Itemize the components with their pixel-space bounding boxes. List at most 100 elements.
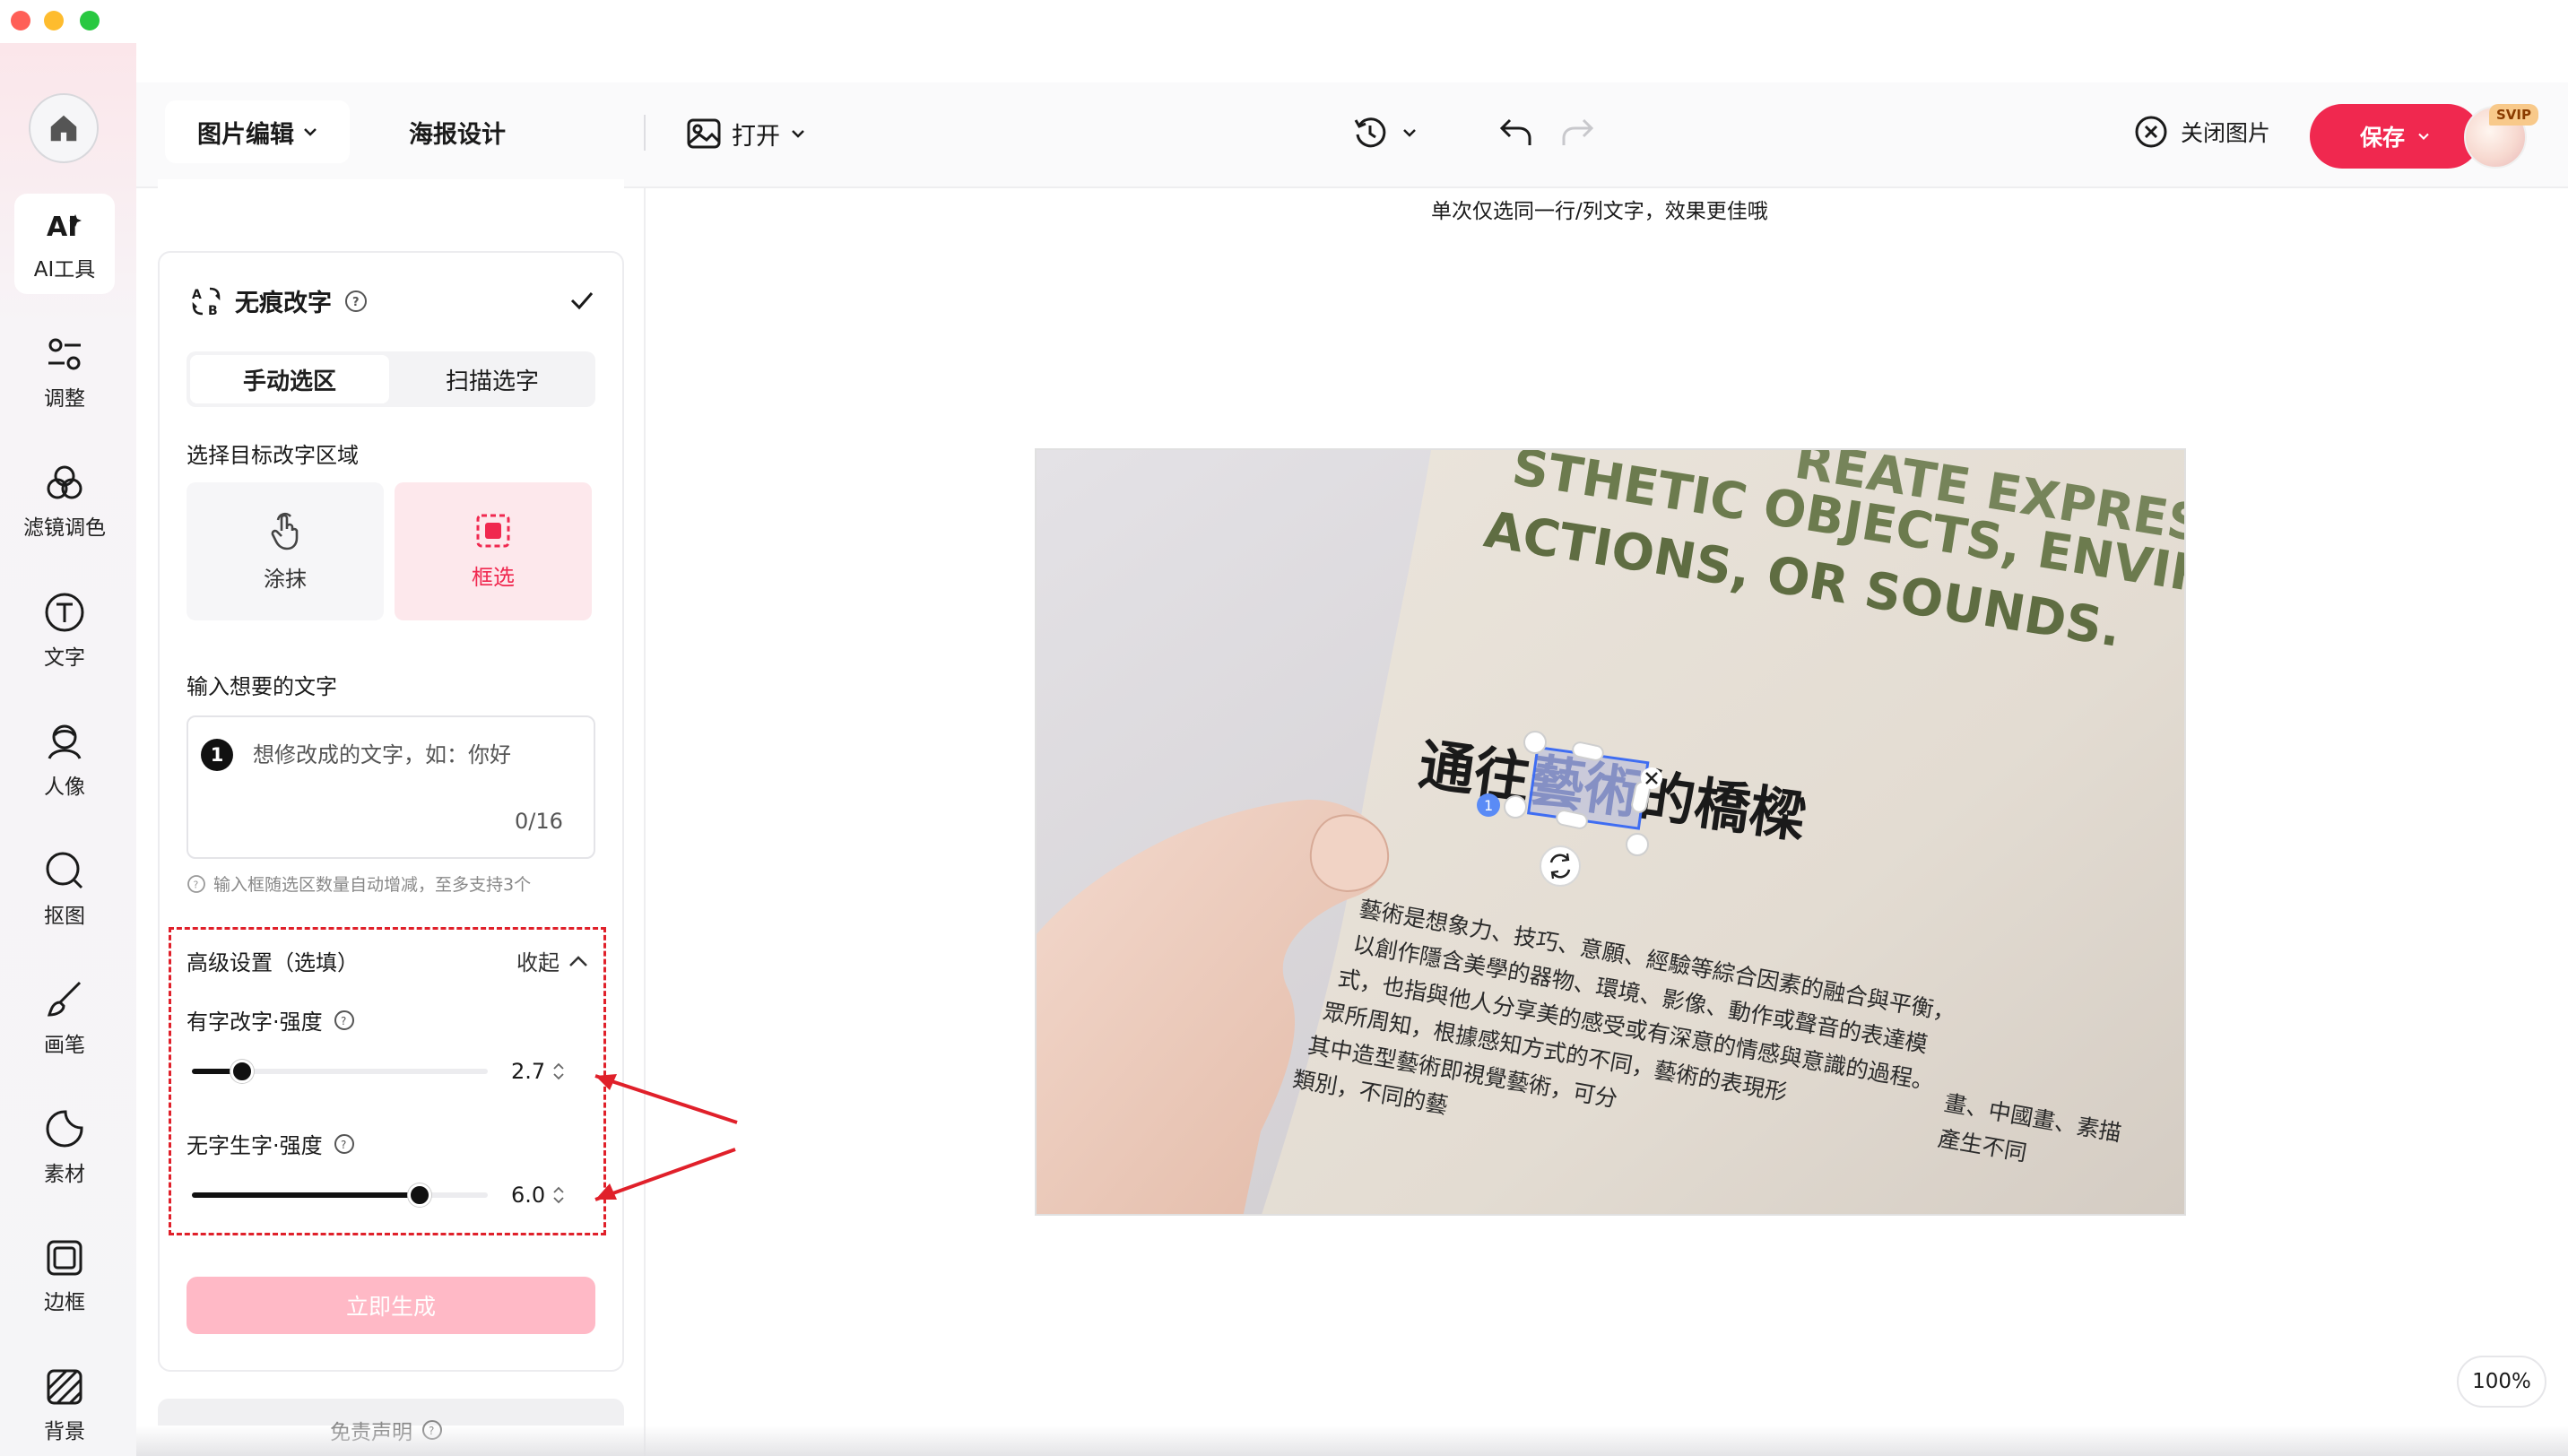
rail-item-label: 人像 bbox=[44, 776, 85, 799]
input-hint: ? 输入框随选区数量自动增减，至多支持3个 bbox=[187, 871, 531, 896]
redo-icon bbox=[1562, 118, 1594, 145]
rail-item-sticker[interactable]: 素材 bbox=[14, 1097, 115, 1198]
rail-item-brush[interactable]: 画笔 bbox=[14, 968, 115, 1069]
text-strength-slider[interactable] bbox=[192, 1060, 488, 1083]
rail-item-label: 文字 bbox=[44, 646, 85, 670]
rail-item-label: 抠图 bbox=[44, 905, 85, 928]
help-icon[interactable]: ? bbox=[344, 290, 368, 313]
help-icon[interactable]: ? bbox=[334, 1010, 355, 1031]
rail-item-text[interactable]: 文字 bbox=[14, 581, 115, 681]
window-minimize-button[interactable] bbox=[44, 11, 64, 30]
mode-box-button[interactable]: 框选 bbox=[395, 482, 592, 620]
hand-pointer-icon bbox=[271, 512, 299, 550]
slider-label-text: 有字改字·强度 bbox=[187, 1010, 323, 1035]
rail-item-label: 背景 bbox=[44, 1420, 85, 1443]
sticker-icon bbox=[46, 1110, 83, 1148]
help-icon[interactable]: ? bbox=[334, 1133, 355, 1155]
open-label: 打开 bbox=[732, 122, 780, 151]
mode-smear-button[interactable]: 涂抹 bbox=[187, 482, 384, 620]
collapse-tool-button[interactable] bbox=[568, 287, 595, 317]
adjust-icon bbox=[48, 338, 81, 370]
rail-item-background[interactable]: 背景 bbox=[14, 1356, 115, 1456]
chevron-down-icon bbox=[2418, 133, 2429, 140]
rail-item-filter[interactable]: 滤镜调色 bbox=[14, 452, 115, 552]
chevron-down-icon bbox=[792, 130, 804, 138]
open-button[interactable]: 打开 bbox=[687, 113, 805, 154]
svg-text:?: ? bbox=[341, 1015, 346, 1027]
left-rail: AI AI工具 调整 滤镜调色 文字 人像 抠图 画笔 素材 边框 背景 bbox=[0, 43, 136, 1456]
mode-box-label: 框选 bbox=[472, 564, 515, 590]
rail-item-ai-tools[interactable]: AI AI工具 bbox=[14, 194, 115, 294]
slider-fill bbox=[192, 1192, 420, 1198]
close-circle-icon bbox=[2135, 116, 2167, 148]
zoom-level-button[interactable]: 100% bbox=[2457, 1356, 2546, 1408]
cutout-icon bbox=[46, 852, 83, 889]
tab-scan-select[interactable]: 扫描选字 bbox=[393, 355, 592, 403]
tab-manual-select[interactable]: 手动选区 bbox=[190, 355, 389, 403]
chevron-down-icon bbox=[304, 128, 317, 136]
rail-item-portrait[interactable]: 人像 bbox=[14, 710, 115, 810]
redo-button[interactable] bbox=[1560, 115, 1596, 154]
rail-item-cutout[interactable]: 抠图 bbox=[14, 839, 115, 940]
home-button[interactable] bbox=[29, 93, 99, 163]
rail-item-label: 滤镜调色 bbox=[23, 516, 106, 540]
tool-title: A B 无痕改字 ? bbox=[190, 283, 368, 318]
window-zoom-button[interactable] bbox=[80, 11, 100, 30]
rail-item-label: AI工具 bbox=[33, 258, 96, 282]
svip-badge: SVIP bbox=[2489, 104, 2538, 126]
slider-generate-strength-label: 无字生字·强度 ? bbox=[187, 1128, 355, 1159]
image-icon bbox=[687, 118, 721, 149]
selection-delete-icon[interactable] bbox=[1641, 767, 1662, 789]
save-button[interactable]: 保存 bbox=[2310, 104, 2480, 169]
slider-thumb[interactable] bbox=[230, 1060, 254, 1083]
generate-button[interactable]: 立即生成 bbox=[187, 1277, 595, 1334]
arrow-annotation bbox=[594, 1148, 736, 1201]
select-area-label: 选择目标改字区域 bbox=[187, 443, 359, 468]
svg-text:?: ? bbox=[194, 879, 199, 890]
brush-icon bbox=[47, 981, 82, 1017]
close-image-label: 关闭图片 bbox=[2181, 120, 2271, 146]
tab-poster-design[interactable]: 海报设计 bbox=[386, 100, 529, 163]
home-icon bbox=[50, 115, 77, 142]
check-icon bbox=[570, 292, 594, 310]
rail-item-adjust[interactable]: 调整 bbox=[14, 323, 115, 423]
photo-illustration: REATE EXPRESSI STHETIC OBJECTS, ENVIRON … bbox=[1037, 450, 2184, 1214]
history-button[interactable] bbox=[1352, 115, 1417, 151]
chevron-up-icon[interactable] bbox=[552, 1062, 565, 1070]
rotate-handle-icon[interactable] bbox=[1540, 845, 1581, 887]
text-icon bbox=[45, 593, 84, 632]
background-icon bbox=[47, 1369, 82, 1405]
svg-text:?: ? bbox=[341, 1139, 346, 1151]
bottom-shadow bbox=[136, 1426, 2568, 1456]
edited-photo[interactable]: REATE EXPRESSI STHETIC OBJECTS, ENVIRON … bbox=[1035, 448, 2186, 1216]
history-icon bbox=[1354, 117, 1386, 148]
advanced-settings-title: 高级设置（选填） bbox=[187, 950, 359, 975]
panel-divider bbox=[644, 188, 646, 1456]
close-image-button[interactable]: 关闭图片 bbox=[2134, 115, 2270, 149]
slider-text-strength-label: 有字改字·强度 ? bbox=[187, 1004, 355, 1036]
collapse-label: 收起 bbox=[516, 950, 560, 975]
selection-number-badge: 1 bbox=[201, 739, 233, 771]
chevron-down-icon[interactable] bbox=[552, 1072, 565, 1080]
chevron-up-icon[interactable] bbox=[552, 1186, 565, 1194]
rail-item-label: 边框 bbox=[44, 1291, 85, 1314]
input-label: 输入想要的文字 bbox=[187, 674, 337, 699]
rail-item-label: 调整 bbox=[44, 387, 85, 411]
previous-tool-card bbox=[158, 179, 624, 230]
frame-icon bbox=[47, 1240, 82, 1276]
ai-tools-icon: AI bbox=[47, 212, 82, 243]
stepper[interactable] bbox=[552, 1186, 565, 1204]
stepper[interactable] bbox=[552, 1062, 565, 1080]
window-close-button[interactable] bbox=[11, 11, 30, 30]
mode-smear-label: 涂抹 bbox=[264, 566, 307, 592]
slider-thumb[interactable] bbox=[408, 1183, 431, 1207]
advanced-collapse-button[interactable]: 收起 bbox=[516, 945, 588, 976]
svg-text:B: B bbox=[208, 304, 218, 317]
slider-label-text: 无字生字·强度 bbox=[187, 1133, 323, 1158]
chevron-down-icon[interactable] bbox=[552, 1196, 565, 1204]
undo-button[interactable] bbox=[1497, 115, 1533, 154]
tab-image-edit[interactable]: 图片编辑 bbox=[165, 100, 350, 163]
chevron-down-icon bbox=[1403, 129, 1416, 137]
generate-strength-slider[interactable] bbox=[192, 1183, 488, 1207]
rail-item-frame[interactable]: 边框 bbox=[14, 1226, 115, 1327]
